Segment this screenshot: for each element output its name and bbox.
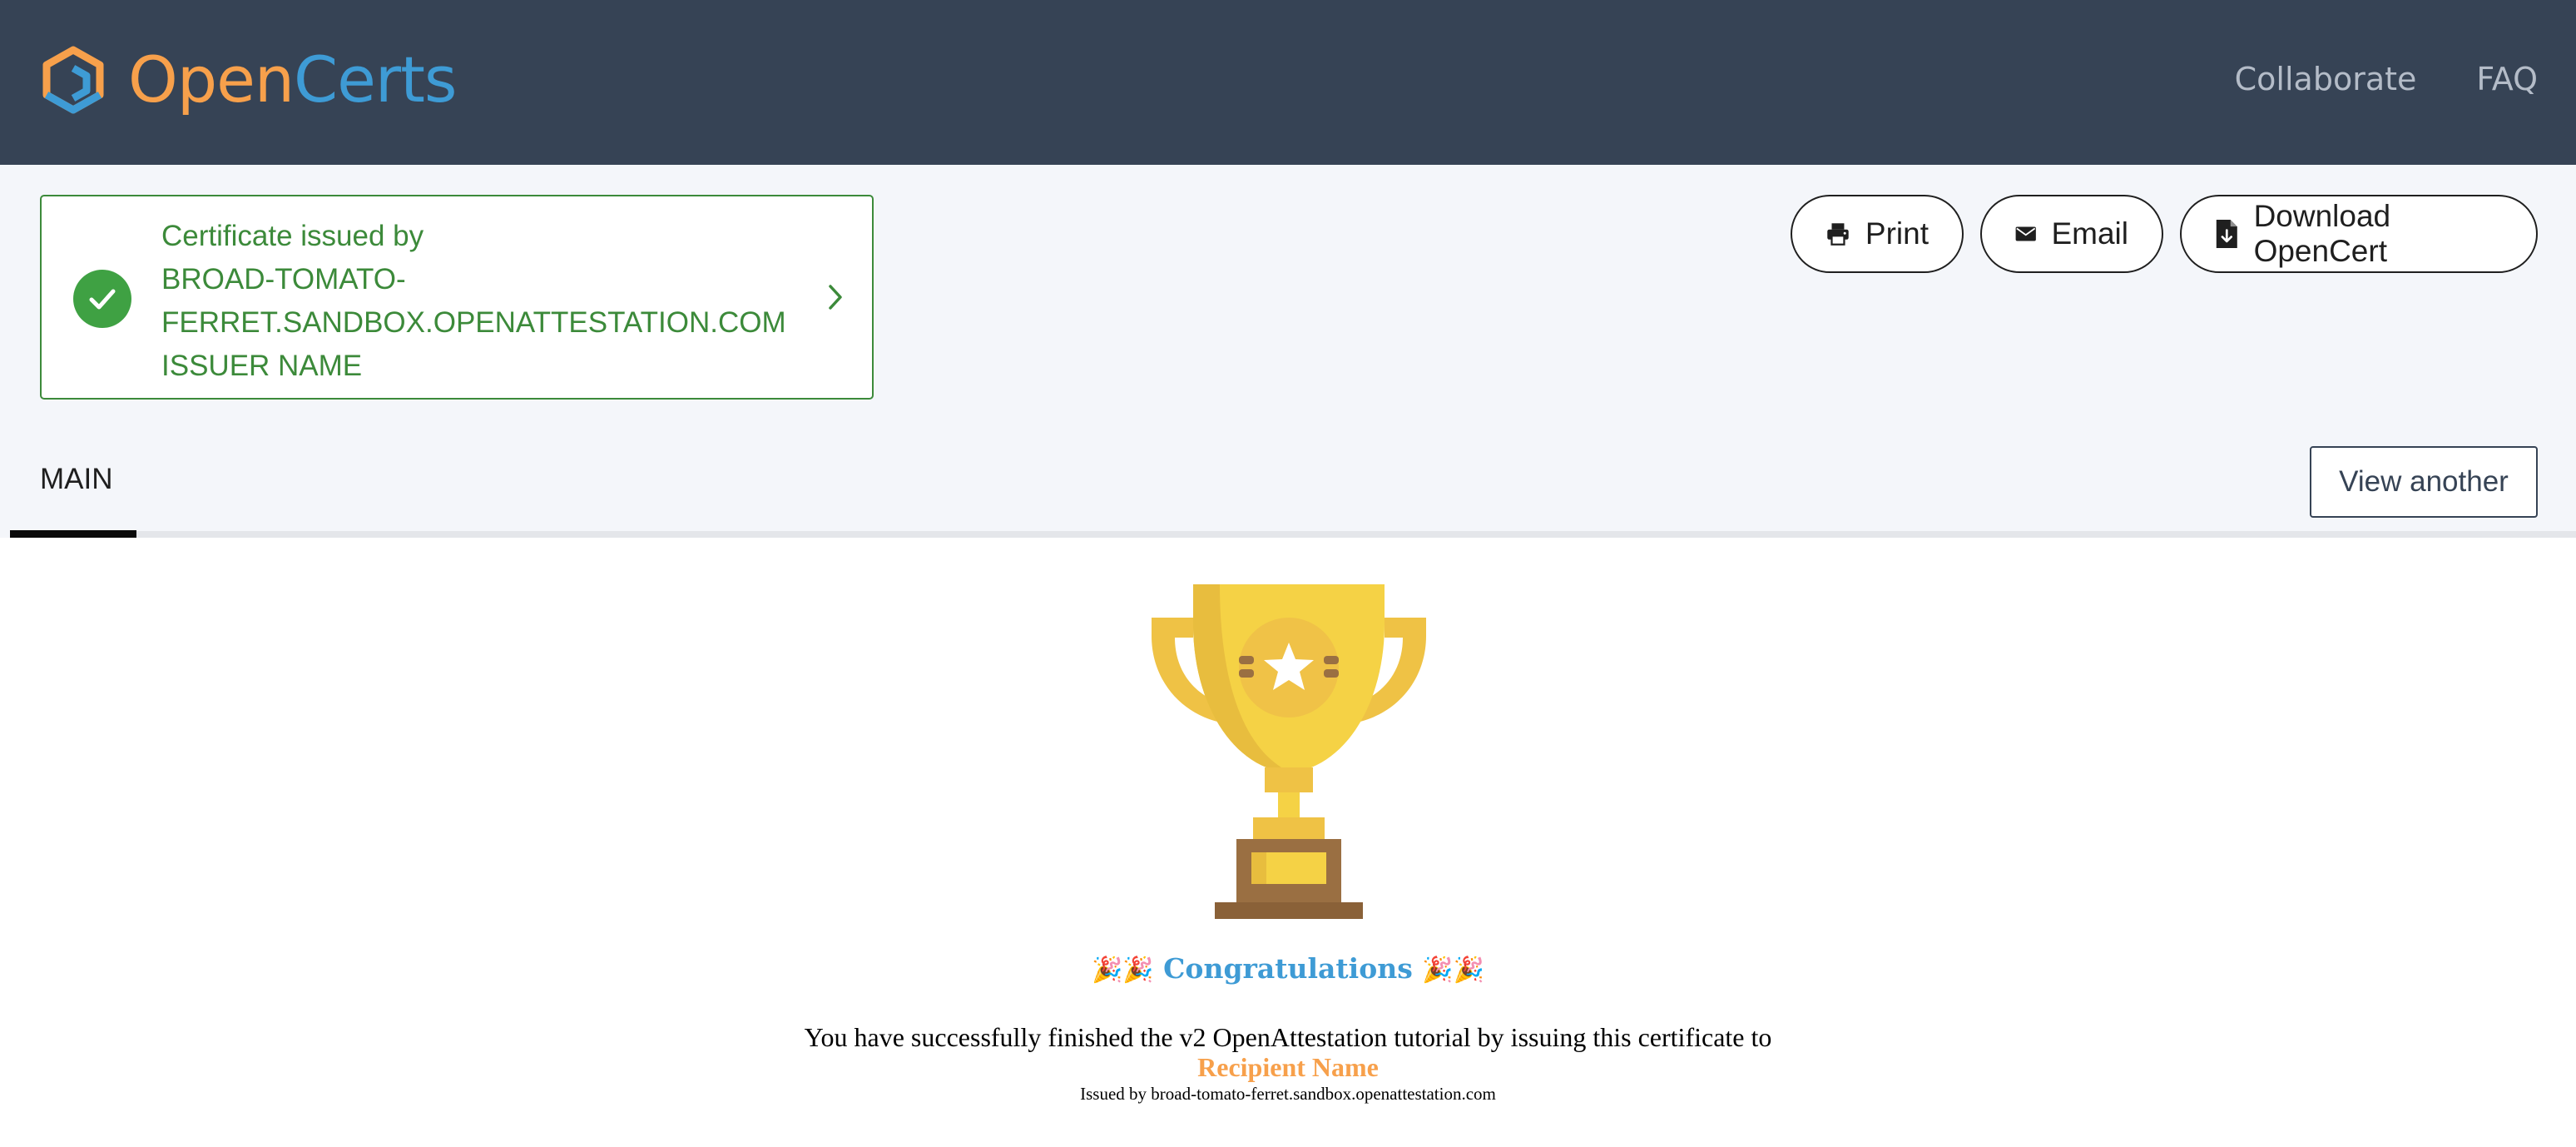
recipient-name: Recipient Name — [1197, 1052, 1379, 1082]
email-button[interactable]: Email — [1980, 195, 2163, 273]
check-icon — [89, 289, 116, 310]
certificate-actions: Print Email Download OpenCert — [1791, 195, 2538, 273]
download-label: Download OpenCert — [2253, 199, 2391, 268]
party-popper-icon: 🎉🎉 — [1422, 956, 1485, 985]
issuer-domain-part2: FERRET.SANDBOX.OPENATTESTATION.COM — [161, 306, 786, 339]
file-download-icon — [2216, 220, 2237, 248]
nav-collaborate-link[interactable]: Collaborate — [2235, 58, 2417, 100]
logo-wordmark: OpenCerts — [128, 48, 457, 112]
congratulations-text: Congratulations — [1163, 952, 1413, 985]
issued-by-footer: Issued by broad-tomato-ferret.sandbox.op… — [1080, 1084, 1496, 1104]
congratulations-heading: 🎉🎉 Congratulations 🎉🎉 — [0, 952, 2576, 985]
email-label: Email — [2051, 216, 2128, 251]
tab-main[interactable]: MAIN — [40, 463, 113, 496]
issued-by-label: Certificate issued by — [161, 220, 424, 252]
trophy-icon — [1152, 584, 1426, 919]
issuer-status-box[interactable]: Certificate issued by BROAD-TOMATO- FERR… — [40, 195, 874, 400]
top-header: OpenCerts Collaborate FAQ — [0, 0, 2576, 165]
opencerts-logo[interactable]: OpenCerts — [38, 38, 457, 122]
top-nav: Collaborate FAQ — [2235, 58, 2538, 100]
verified-badge — [73, 270, 131, 328]
download-opencert-button[interactable]: Download OpenCert — [2180, 195, 2538, 273]
completion-message: You have successfully finished the v2 Op… — [804, 1022, 1772, 1052]
chevron-right-icon — [829, 285, 842, 310]
envelope-icon — [2015, 226, 2036, 241]
issuer-name: ISSUER NAME — [161, 350, 363, 382]
print-label: Print — [1865, 216, 1929, 251]
issuer-domain-part1: BROAD-TOMATO- — [161, 263, 406, 295]
tab-bar-divider — [10, 531, 2576, 538]
tab-main-active-indicator — [10, 530, 136, 538]
issuer-status-text: Certificate issued by BROAD-TOMATO- FERR… — [161, 215, 786, 388]
certificate-status-area: Certificate issued by BROAD-TOMATO- FERR… — [0, 165, 2576, 538]
printer-icon — [1827, 223, 1849, 246]
view-another-button[interactable]: View another — [2310, 446, 2538, 518]
nav-faq-link[interactable]: FAQ — [2476, 58, 2538, 100]
party-popper-icon: 🎉🎉 — [1091, 956, 1154, 985]
logo-certs-text: Certs — [294, 42, 457, 117]
print-button[interactable]: Print — [1791, 195, 1964, 273]
logo-open-text: Open — [128, 42, 295, 117]
opencerts-logo-icon — [42, 46, 104, 114]
